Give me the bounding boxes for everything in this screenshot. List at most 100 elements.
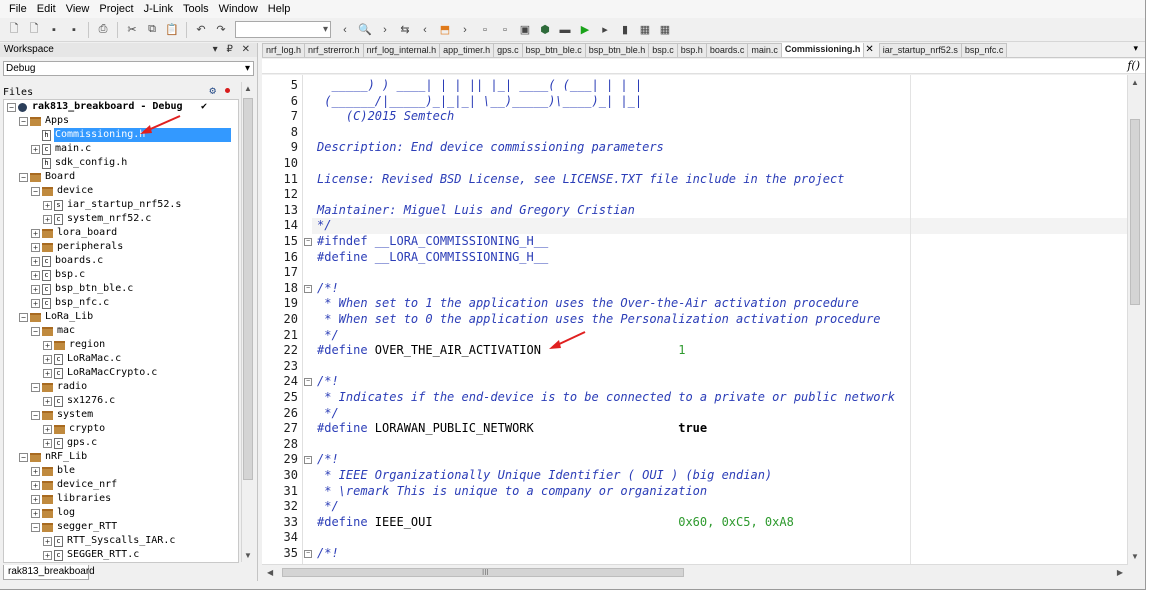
expand-icon[interactable]: + bbox=[43, 354, 52, 364]
settings-icon[interactable]: ▦ bbox=[657, 22, 673, 38]
tree-file[interactable]: + c main.c bbox=[4, 142, 238, 156]
gear-icon[interactable]: ⚙ bbox=[209, 84, 216, 97]
file-nav-icon[interactable]: ▫ bbox=[477, 22, 493, 38]
collapse-icon[interactable]: − bbox=[7, 102, 16, 112]
save-icon[interactable]: ▪ bbox=[46, 22, 62, 38]
tree-file[interactable]: + c LoRaMac.c bbox=[4, 352, 238, 366]
compile-icon[interactable]: ▣ bbox=[517, 22, 533, 38]
workspace-tab[interactable]: rak813_breakboard bbox=[3, 565, 95, 580]
tab-bsp-nfc-c[interactable]: bsp_nfc.c bbox=[960, 43, 1008, 57]
scroll-down-icon[interactable]: ▼ bbox=[244, 551, 252, 560]
expand-icon[interactable]: + bbox=[31, 508, 40, 518]
build-configuration-select[interactable]: Debug bbox=[3, 61, 254, 76]
expand-icon[interactable]: + bbox=[31, 466, 40, 476]
expand-icon[interactable]: + bbox=[43, 340, 52, 350]
scroll-left-icon[interactable]: ◀ bbox=[267, 565, 273, 580]
undo-icon[interactable]: ↶ bbox=[193, 22, 209, 38]
code-editor[interactable]: 5 6 7 8 9 10 11 12 13 14 15 16 17 18 19 20 21 22 23 24 25 26 2… bbox=[262, 75, 1128, 564]
collapse-icon[interactable]: − bbox=[31, 382, 40, 392]
tree-folder[interactable]: + log bbox=[4, 506, 238, 520]
editor-horizontal-scrollbar[interactable]: ◀ III ▶ bbox=[262, 564, 1128, 579]
expand-icon[interactable]: + bbox=[31, 494, 40, 504]
expand-icon[interactable]: + bbox=[43, 424, 52, 434]
copy-icon[interactable]: ⧉ bbox=[144, 22, 160, 38]
tree-file[interactable]: + c SEGGER_RTT.c bbox=[4, 548, 238, 562]
toolbar-search-combo[interactable] bbox=[235, 21, 331, 38]
menu-window[interactable]: Window bbox=[214, 0, 263, 18]
expand-icon[interactable]: + bbox=[31, 270, 40, 280]
expand-icon[interactable]: + bbox=[43, 214, 52, 224]
expand-icon[interactable]: + bbox=[31, 256, 40, 266]
tree-scroll-thumb[interactable] bbox=[243, 98, 253, 480]
make-icon[interactable]: ▬ bbox=[557, 22, 573, 38]
tab-boards-c[interactable]: boards.c bbox=[705, 43, 749, 57]
code-text-area[interactable]: _____) ) ____| | | || |_| ____( (___| | … bbox=[317, 75, 1127, 564]
stop-icon[interactable]: ▮ bbox=[617, 22, 633, 38]
tree-folder[interactable]: + region bbox=[4, 338, 238, 352]
forward-icon[interactable]: › bbox=[377, 22, 393, 38]
collapse-icon[interactable]: − bbox=[31, 410, 40, 420]
expand-icon[interactable]: + bbox=[43, 550, 52, 560]
expand-icon[interactable]: + bbox=[31, 228, 40, 238]
scroll-up-icon[interactable]: ▲ bbox=[244, 84, 252, 93]
tree-folder[interactable]: + ble bbox=[4, 464, 238, 478]
paste-icon[interactable]: 📋 bbox=[164, 22, 180, 38]
tree-folder[interactable]: + crypto bbox=[4, 422, 238, 436]
tree-file[interactable]: h Commissioning.h bbox=[4, 128, 238, 142]
bookmark-icon[interactable]: ⬒ bbox=[437, 22, 453, 38]
menu-edit[interactable]: Edit bbox=[32, 0, 61, 18]
function-navigator-button[interactable]: f() bbox=[1127, 59, 1140, 72]
build-icon[interactable]: ⬢ bbox=[537, 22, 553, 38]
menu-view[interactable]: View bbox=[61, 0, 95, 18]
run-icon[interactable]: ▸ bbox=[597, 22, 613, 38]
tab-iar-startup-nrf52-s[interactable]: iar_startup_nrf52.s bbox=[878, 43, 962, 57]
fold-collapse-icon[interactable]: − bbox=[304, 550, 312, 558]
expand-icon[interactable]: + bbox=[43, 396, 52, 406]
tree-file[interactable]: + c LoRaMacCrypto.c bbox=[4, 366, 238, 380]
tree-folder[interactable]: − nRF_Lib bbox=[4, 450, 238, 464]
tab-bsp-c[interactable]: bsp.c bbox=[648, 43, 678, 57]
menu-project[interactable]: Project bbox=[94, 0, 138, 18]
collapse-icon[interactable]: − bbox=[19, 116, 28, 126]
tree-folder[interactable]: − segger_RTT bbox=[4, 520, 238, 534]
fold-collapse-icon[interactable]: − bbox=[304, 238, 312, 246]
expand-icon[interactable]: + bbox=[31, 298, 40, 308]
expand-icon[interactable]: + bbox=[31, 144, 40, 154]
expand-icon[interactable]: + bbox=[31, 242, 40, 252]
editor-vertical-scrollbar[interactable]: ▲ ▼ bbox=[1127, 75, 1142, 564]
tree-folder[interactable]: + peripherals bbox=[4, 240, 238, 254]
tree-file[interactable]: + c gps.c bbox=[4, 436, 238, 450]
close-icon[interactable]: ✕ bbox=[865, 43, 873, 57]
collapse-icon[interactable]: − bbox=[19, 172, 28, 182]
search-icon[interactable]: 🔍 bbox=[357, 22, 373, 38]
tree-folder[interactable]: − Apps bbox=[4, 114, 238, 128]
replace-icon[interactable]: ⇆ bbox=[397, 22, 413, 38]
editor-vscroll-thumb[interactable] bbox=[1130, 119, 1140, 305]
tab-bsp-h[interactable]: bsp.h bbox=[676, 43, 707, 57]
page-icon[interactable]: ▫ bbox=[497, 22, 513, 38]
scroll-down-icon[interactable]: ▼ bbox=[1131, 552, 1139, 561]
fold-collapse-icon[interactable]: − bbox=[304, 456, 312, 465]
tab-nrf-strerror-h[interactable]: nrf_strerror.h bbox=[304, 43, 364, 57]
navigate-forward-icon[interactable]: › bbox=[457, 22, 473, 38]
menu-tools[interactable]: Tools bbox=[178, 0, 214, 18]
print-icon[interactable]: ⎙ bbox=[95, 22, 111, 38]
tree-file[interactable]: + c bsp_btn_ble.c bbox=[4, 282, 238, 296]
tree-folder[interactable]: − mac bbox=[4, 324, 238, 338]
expand-icon[interactable]: + bbox=[43, 200, 52, 210]
tab-nrf-log-internal-h[interactable]: nrf_log_internal.h bbox=[362, 43, 441, 57]
menu-j-link[interactable]: J-Link bbox=[139, 0, 178, 18]
tree-folder[interactable]: − device bbox=[4, 184, 238, 198]
menu-file[interactable]: File bbox=[4, 0, 32, 18]
tree-file[interactable]: h sdk_config.h bbox=[4, 156, 238, 170]
collapse-icon[interactable]: − bbox=[31, 522, 40, 532]
tab-nrf-log-h[interactable]: nrf_log.h bbox=[262, 43, 306, 57]
fold-collapse-icon[interactable]: − bbox=[304, 378, 312, 387]
tab-main-c[interactable]: main.c bbox=[747, 43, 782, 57]
back-icon[interactable]: ‹ bbox=[337, 22, 353, 38]
debug-icon[interactable]: ▶ bbox=[577, 22, 593, 38]
menu-help[interactable]: Help bbox=[263, 0, 296, 18]
tab-app-timer-h[interactable]: app_timer.h bbox=[439, 43, 495, 57]
collapse-icon[interactable]: − bbox=[19, 312, 28, 322]
tree-folder[interactable]: − Board bbox=[4, 170, 238, 184]
